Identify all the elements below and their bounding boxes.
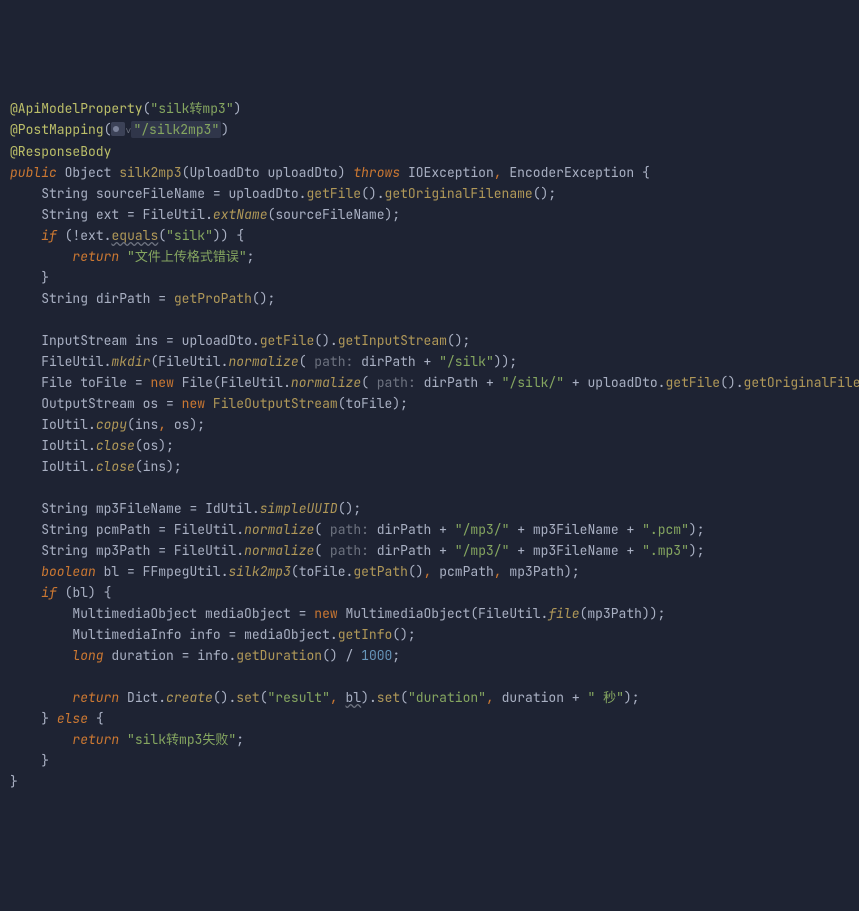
code-line: MultimediaObject mediaObject = new Multi… [10, 603, 849, 624]
code-line: if (bl) { [10, 582, 849, 603]
code-line: } [10, 750, 849, 771]
warning-underline: bl [346, 689, 362, 706]
param-hint: path: [330, 521, 369, 538]
code-editor[interactable]: @ApiModelProperty("silk转mp3")@PostMappin… [10, 98, 849, 792]
code-line: @ApiModelProperty("silk转mp3") [10, 98, 849, 119]
annotation: @ResponseBody [10, 143, 111, 160]
code-line: MultimediaInfo info = mediaObject.getInf… [10, 624, 849, 645]
code-line [10, 477, 849, 498]
code-line: } else { [10, 708, 849, 729]
code-line: return "文件上传格式错误"; [10, 246, 849, 267]
code-line: String ext = FileUtil.extName(sourceFile… [10, 204, 849, 225]
code-line [10, 309, 849, 330]
code-line: return Dict.create().set("result", bl).s… [10, 687, 849, 708]
code-line: public Object silk2mp3(UploadDto uploadD… [10, 162, 849, 183]
code-line: } [10, 267, 849, 288]
code-line: String sourceFileName = uploadDto.getFil… [10, 183, 849, 204]
code-line: IoUtil.copy(ins, os); [10, 414, 849, 435]
code-line: String mp3FileName = IdUtil.simpleUUID()… [10, 498, 849, 519]
code-line [10, 666, 849, 687]
code-line: boolean bl = FFmpegUtil.silk2mp3(toFile.… [10, 561, 849, 582]
endpoint-icon[interactable] [111, 122, 125, 136]
code-line: File toFile = new File(FileUtil.normaliz… [10, 372, 849, 393]
code-line: @ResponseBody [10, 141, 849, 162]
code-line: } [10, 771, 849, 792]
code-line: IoUtil.close(os); [10, 435, 849, 456]
param-hint: path: [377, 374, 416, 391]
code-line: long duration = info.getDuration() / 100… [10, 645, 849, 666]
code-line: if (!ext.equals("silk")) { [10, 225, 849, 246]
code-line: IoUtil.close(ins); [10, 456, 849, 477]
code-line: InputStream ins = uploadDto.getFile().ge… [10, 330, 849, 351]
param-hint: path: [330, 542, 369, 559]
annotation: @PostMapping [10, 121, 104, 138]
annotation: @ApiModelProperty [10, 100, 143, 117]
param-hint: path: [314, 353, 353, 370]
code-line: @PostMapping(˅"/silk2mp3") [10, 119, 849, 141]
method-name: silk2mp3 [119, 164, 181, 181]
code-line: return "silk转mp3失败"; [10, 729, 849, 750]
code-line: OutputStream os = new FileOutputStream(t… [10, 393, 849, 414]
code-line: String dirPath = getProPath(); [10, 288, 849, 309]
code-line: String mp3Path = FileUtil.normalize( pat… [10, 540, 849, 561]
code-line: String pcmPath = FileUtil.normalize( pat… [10, 519, 849, 540]
code-line: FileUtil.mkdir(FileUtil.normalize( path:… [10, 351, 849, 372]
warning-underline: equals [111, 227, 158, 244]
